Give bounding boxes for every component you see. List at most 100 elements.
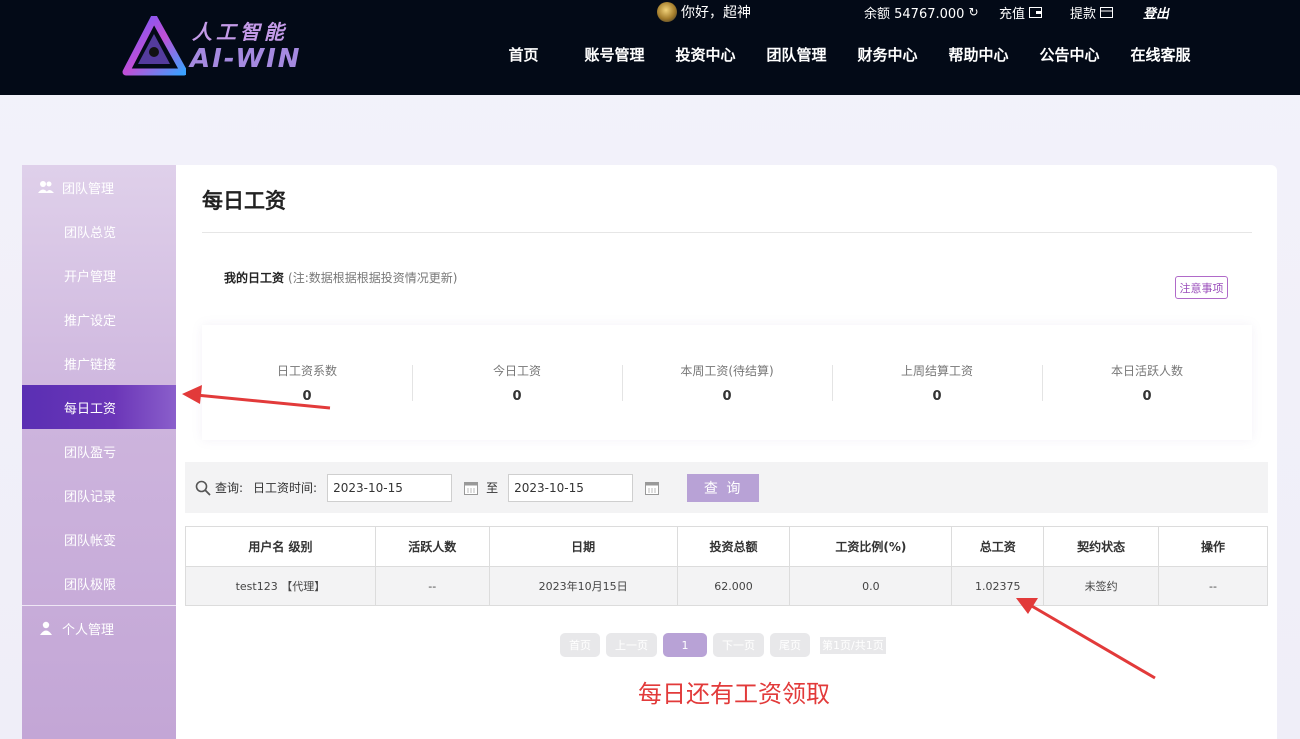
section-note: (注:数据根据根据投资情况更新) xyxy=(288,271,458,285)
col-investment: 投资总额 xyxy=(676,526,791,567)
date-to-input[interactable] xyxy=(508,473,634,502)
nav-support[interactable]: 在线客服 xyxy=(1115,44,1206,65)
calendar-icon[interactable] xyxy=(645,481,660,495)
main-panel: 每日工资 我的日工资 (注:数据根据根据投资情况更新) 注意事项 日工资系数 0 … xyxy=(176,165,1277,739)
stat-value: 0 xyxy=(1142,388,1152,404)
top-header: 人工智能 AI-WIN 你好，超神 余额 54767.000 ↻ 充值 提款 登… xyxy=(0,0,1300,95)
logo-icon xyxy=(122,16,186,76)
date-range-separator: 至 xyxy=(486,481,499,495)
wallet-icon xyxy=(1029,6,1043,18)
calendar-icon[interactable] xyxy=(464,481,479,495)
stat-week-wage: 本周工资(待结算) 0 xyxy=(622,353,832,413)
date-from-input[interactable] xyxy=(327,473,453,502)
notice-button[interactable]: 注意事项 xyxy=(1175,276,1228,299)
query-prefix: 查询: xyxy=(215,481,244,495)
nav-home[interactable]: 首页 xyxy=(478,44,569,65)
card-icon xyxy=(1100,6,1114,18)
balance-text: 余额 54767.000 xyxy=(864,6,965,22)
sidebar-item-promo-settings[interactable]: 推广设定 xyxy=(22,297,176,341)
stat-last-week-wage: 上周结算工资 0 xyxy=(832,353,1042,413)
query-label: 日工资时间: xyxy=(253,481,318,495)
nav-help[interactable]: 帮助中心 xyxy=(933,44,1024,65)
page-last-button[interactable]: 尾页 xyxy=(770,633,810,657)
cell-username: test123 【代理】 xyxy=(185,566,376,606)
stat-label: 上周结算工资 xyxy=(900,363,973,378)
nav-notice[interactable]: 公告中心 xyxy=(1024,44,1115,65)
col-wage-rate: 工资比例(%) xyxy=(789,526,953,567)
stats-panel: 日工资系数 0 今日工资 0 本周工资(待结算) 0 上周结算工资 0 本日活跃… xyxy=(202,325,1252,440)
stat-wage-coefficient: 日工资系数 0 xyxy=(202,353,412,413)
refresh-icon[interactable]: ↻ xyxy=(968,5,978,19)
logo-en-text: AI-WIN xyxy=(190,44,302,74)
title-divider xyxy=(202,232,1252,233)
withdraw-link[interactable]: 提款 xyxy=(1070,2,1114,22)
sidebar-item-daily-wage[interactable]: 每日工资 xyxy=(22,385,176,429)
col-date: 日期 xyxy=(488,526,678,567)
sidebar-item-team-pnl[interactable]: 团队盈亏 xyxy=(22,429,176,473)
pagination: 首页 上一页 1 下一页 尾页 第1页/共1页 xyxy=(560,633,886,657)
table-row: test123 【代理】 -- 2023年10月15日 62.000 0.0 1… xyxy=(185,566,1268,606)
withdraw-label: 提款 xyxy=(1070,6,1097,22)
balance-display: 余额 54767.000 ↻ xyxy=(864,2,979,22)
sidebar-group-label: 个人管理 xyxy=(62,622,115,638)
sidebar-item-account-opening[interactable]: 开户管理 xyxy=(22,253,176,297)
sidebar-item-promo-link[interactable]: 推广链接 xyxy=(22,341,176,385)
annotation-text: 每日还有工资领取 xyxy=(638,680,830,708)
cell-actions[interactable]: -- xyxy=(1158,566,1268,606)
search-icon xyxy=(195,480,211,496)
stat-today-wage: 今日工资 0 xyxy=(412,353,622,413)
stat-label: 本周工资(待结算) xyxy=(680,363,774,378)
col-total-wage: 总工资 xyxy=(951,526,1045,567)
sidebar-item-team-changes[interactable]: 团队帐变 xyxy=(22,517,176,561)
col-actions: 操作 xyxy=(1158,526,1268,567)
recharge-link[interactable]: 充值 xyxy=(999,2,1043,22)
col-username: 用户名 级别 xyxy=(185,526,376,567)
page-next-button[interactable]: 下一页 xyxy=(713,633,764,657)
query-bar: 查询: 日工资时间: 至 查 询 xyxy=(185,462,1268,513)
main-nav: 首页 账号管理 投资中心 团队管理 财务中心 帮助中心 公告中心 在线客服 xyxy=(478,44,1206,65)
nav-finance[interactable]: 财务中心 xyxy=(842,44,933,65)
avatar[interactable] xyxy=(657,2,677,22)
page-first-button[interactable]: 首页 xyxy=(560,633,600,657)
stat-value: 0 xyxy=(512,388,522,404)
stat-active-users: 本日活跃人数 0 xyxy=(1042,353,1252,413)
recharge-label: 充值 xyxy=(999,6,1026,22)
query-button[interactable]: 查 询 xyxy=(687,473,760,502)
sidebar-group-label: 团队管理 xyxy=(62,181,115,197)
col-contract-status: 契约状态 xyxy=(1043,526,1160,567)
logo[interactable]: 人工智能 AI-WIN xyxy=(122,16,302,78)
stat-value: 0 xyxy=(932,388,942,404)
wage-table: 用户名 级别 活跃人数 日期 投资总额 工资比例(%) 总工资 契约状态 操作 … xyxy=(185,526,1268,606)
logout-link[interactable]: 登出 xyxy=(1143,2,1169,22)
cell-date: 2023年10月15日 xyxy=(488,566,678,606)
sidebar-group-team[interactable]: 团队管理 xyxy=(22,165,176,209)
cell-wage-rate: 0.0 xyxy=(789,566,953,606)
sidebar-group-personal[interactable]: 个人管理 xyxy=(22,606,176,650)
nav-team[interactable]: 团队管理 xyxy=(751,44,842,65)
sidebar-item-team-overview[interactable]: 团队总览 xyxy=(22,209,176,253)
cell-active-users: -- xyxy=(374,566,490,606)
sidebar-item-team-limit[interactable]: 团队极限 xyxy=(22,561,176,605)
stat-label: 日工资系数 xyxy=(276,363,337,378)
greeting-text: 你好，超神 xyxy=(681,5,751,21)
cell-total-wage: 1.02375 xyxy=(951,566,1045,606)
sidebar-item-team-records[interactable]: 团队记录 xyxy=(22,473,176,517)
stat-label: 本日活跃人数 xyxy=(1110,363,1183,378)
stat-value: 0 xyxy=(722,388,732,404)
page-prev-button[interactable]: 上一页 xyxy=(606,633,657,657)
col-active-users: 活跃人数 xyxy=(374,526,490,567)
team-icon xyxy=(38,179,54,195)
nav-account[interactable]: 账号管理 xyxy=(569,44,660,65)
section-title-text: 我的日工资 xyxy=(224,271,285,285)
table-header-row: 用户名 级别 活跃人数 日期 投资总额 工资比例(%) 总工资 契约状态 操作 xyxy=(185,526,1268,567)
logo-cn-text: 人工智能 xyxy=(192,20,288,44)
stat-value: 0 xyxy=(302,388,312,404)
page-info: 第1页/共1页 xyxy=(820,636,886,654)
stat-label: 今日工资 xyxy=(492,363,541,378)
user-greeting: 你好，超神 xyxy=(657,2,751,22)
sidebar: 团队管理 团队总览 开户管理 推广设定 推广链接 每日工资 团队盈亏 团队记录 … xyxy=(22,165,176,739)
section-title: 我的日工资 (注:数据根据根据投资情况更新) xyxy=(224,269,457,286)
cell-investment: 62.000 xyxy=(676,566,791,606)
nav-invest[interactable]: 投资中心 xyxy=(660,44,751,65)
page-current-button[interactable]: 1 xyxy=(663,633,707,657)
